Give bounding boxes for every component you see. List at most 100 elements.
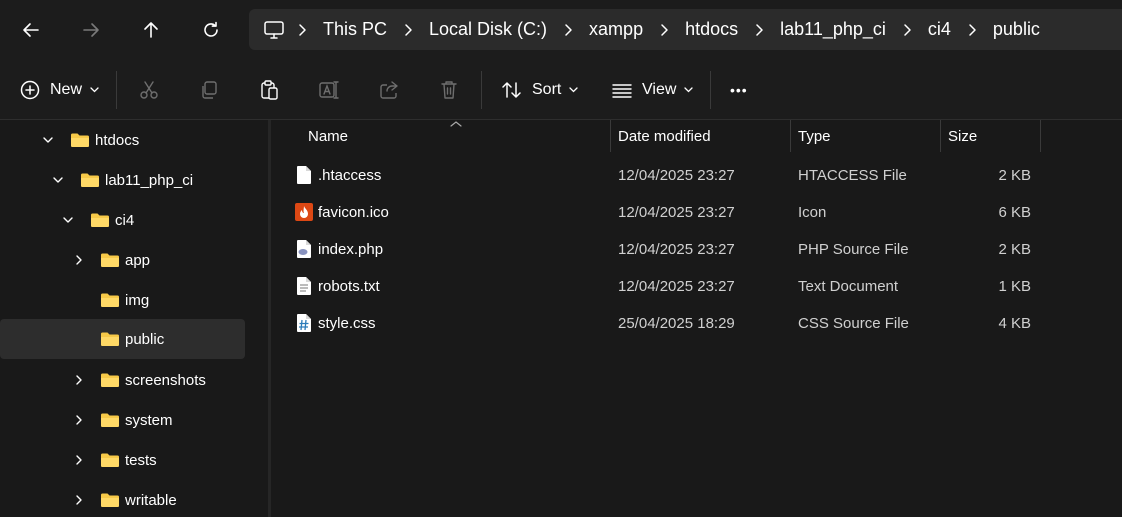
- forward-button[interactable]: [73, 12, 109, 48]
- address-bar[interactable]: This PC Local Disk (C:) xampp htdocs lab…: [249, 9, 1122, 50]
- clipboard-icon: [261, 80, 278, 100]
- tree-label: system: [125, 411, 173, 429]
- chevron-right-icon[interactable]: [553, 23, 583, 37]
- cut-button[interactable]: [138, 60, 160, 120]
- chevron-down-icon: [684, 87, 694, 93]
- tree-item-app[interactable]: app: [0, 240, 245, 280]
- column-divider[interactable]: [790, 120, 791, 152]
- php-file-icon: [297, 240, 311, 258]
- chevron-right-icon[interactable]: [72, 373, 86, 387]
- file-date: 12/04/2025 23:27: [618, 167, 735, 184]
- column-header-name[interactable]: Name: [308, 120, 610, 152]
- folder-icon: [81, 173, 99, 187]
- tree-label: writable: [125, 491, 177, 509]
- column-divider[interactable]: [610, 120, 611, 152]
- breadcrumb-xampp[interactable]: xampp: [583, 19, 649, 40]
- column-header-type[interactable]: Type: [798, 120, 940, 152]
- tree-item-lab11-php-ci[interactable]: lab11_php_ci: [0, 160, 245, 200]
- chevron-down-icon[interactable]: [51, 173, 65, 187]
- chevron-right-icon[interactable]: [72, 453, 86, 467]
- view-button[interactable]: View: [611, 60, 694, 120]
- tree-item-system[interactable]: system: [0, 400, 245, 440]
- share-button[interactable]: [378, 60, 400, 120]
- share-icon: [380, 81, 398, 99]
- chevron-right-icon[interactable]: [72, 253, 86, 267]
- file-date: 12/04/2025 23:27: [618, 204, 735, 221]
- file-type: CSS Source File: [798, 315, 909, 332]
- file-row[interactable]: style.css 25/04/2025 18:29 CSS Source Fi…: [271, 305, 1122, 342]
- folder-icon: [71, 133, 89, 147]
- chevron-right-icon[interactable]: [957, 23, 987, 37]
- delete-button[interactable]: [438, 60, 460, 120]
- rename-button[interactable]: [318, 60, 340, 120]
- breadcrumb-htdocs[interactable]: htdocs: [679, 19, 744, 40]
- file-list: Name Date modified Type Size .htaccess 1…: [271, 120, 1122, 517]
- tree-item-htdocs[interactable]: htdocs: [0, 120, 245, 160]
- tree-label: ci4: [115, 211, 135, 229]
- paste-button[interactable]: [258, 60, 280, 120]
- file-type: Icon: [798, 204, 827, 221]
- folder-icon: [101, 373, 119, 387]
- breadcrumb-local-disk[interactable]: Local Disk (C:): [423, 19, 553, 40]
- file-row[interactable]: robots.txt 12/04/2025 23:27 Text Documen…: [271, 268, 1122, 305]
- tree-label: htdocs: [95, 131, 140, 149]
- tree-item-tests[interactable]: tests: [0, 440, 245, 480]
- refresh-button[interactable]: [193, 12, 229, 48]
- tree-item-img[interactable]: img: [0, 280, 245, 320]
- folder-icon: [101, 293, 119, 307]
- chevron-right-icon[interactable]: [649, 23, 679, 37]
- toolbar-divider: [710, 71, 711, 109]
- tree-label: lab11_php_ci: [105, 171, 194, 189]
- column-divider[interactable]: [1040, 120, 1041, 152]
- up-button[interactable]: [133, 12, 169, 48]
- file-type: HTACCESS File: [798, 167, 907, 184]
- computer-icon[interactable]: [263, 19, 287, 41]
- breadcrumb-ci4[interactable]: ci4: [922, 19, 957, 40]
- file-type: PHP Source File: [798, 241, 909, 258]
- more-options-button[interactable]: •••: [730, 60, 748, 120]
- sort-button[interactable]: Sort: [501, 60, 578, 120]
- tree-item-ci4[interactable]: ci4: [0, 200, 245, 240]
- chevron-right-icon[interactable]: [393, 23, 423, 37]
- file-size: 4 KB: [998, 315, 1031, 332]
- chevron-down-icon[interactable]: [41, 133, 55, 147]
- chevron-down-icon[interactable]: [61, 213, 75, 227]
- breadcrumb-public[interactable]: public: [987, 19, 1046, 40]
- toolbar-divider: [481, 71, 482, 109]
- folder-icon: [91, 213, 109, 227]
- column-header-size[interactable]: Size: [948, 120, 1040, 152]
- tree-item-public[interactable]: public: [0, 319, 245, 359]
- sort-icon: [502, 82, 521, 98]
- back-button[interactable]: [13, 12, 49, 48]
- file-row[interactable]: favicon.ico 12/04/2025 23:27 Icon 6 KB: [271, 194, 1122, 231]
- command-bar: New Sort View •••: [0, 60, 1122, 120]
- more-icon: •••: [730, 82, 748, 98]
- file-size: 1 KB: [998, 278, 1031, 295]
- chevron-right-icon[interactable]: [72, 493, 86, 507]
- chevron-right-icon[interactable]: [72, 413, 86, 427]
- chevron-down-icon: [90, 87, 99, 93]
- new-button[interactable]: New: [19, 60, 99, 120]
- tree-label: screenshots: [125, 371, 206, 389]
- file-type: Text Document: [798, 278, 899, 295]
- breadcrumb-lab11[interactable]: lab11_php_ci: [774, 19, 892, 40]
- folder-icon: [101, 332, 119, 346]
- file-date: 12/04/2025 23:27: [618, 278, 735, 295]
- sort-label: Sort: [532, 81, 562, 98]
- copy-button[interactable]: [198, 60, 220, 120]
- chevron-right-icon[interactable]: [892, 23, 922, 37]
- file-row[interactable]: index.php 12/04/2025 23:27 PHP Source Fi…: [271, 231, 1122, 268]
- tree-item-writable[interactable]: writable: [0, 480, 245, 517]
- tree-item-screenshots[interactable]: screenshots: [0, 360, 245, 400]
- file-row[interactable]: .htaccess 12/04/2025 23:27 HTACCESS File…: [271, 157, 1122, 194]
- breadcrumb-this-pc[interactable]: This PC: [317, 19, 393, 40]
- tree-label: app: [125, 251, 151, 269]
- chevron-right-icon[interactable]: [744, 23, 774, 37]
- chevron-right-icon[interactable]: [287, 23, 317, 37]
- scissors-icon: [140, 81, 158, 99]
- copy-icon: [202, 81, 217, 99]
- column-header-date[interactable]: Date modified: [618, 120, 790, 152]
- column-divider[interactable]: [940, 120, 941, 152]
- file-name: .htaccess: [318, 167, 382, 184]
- arrow-up-icon: [144, 22, 158, 38]
